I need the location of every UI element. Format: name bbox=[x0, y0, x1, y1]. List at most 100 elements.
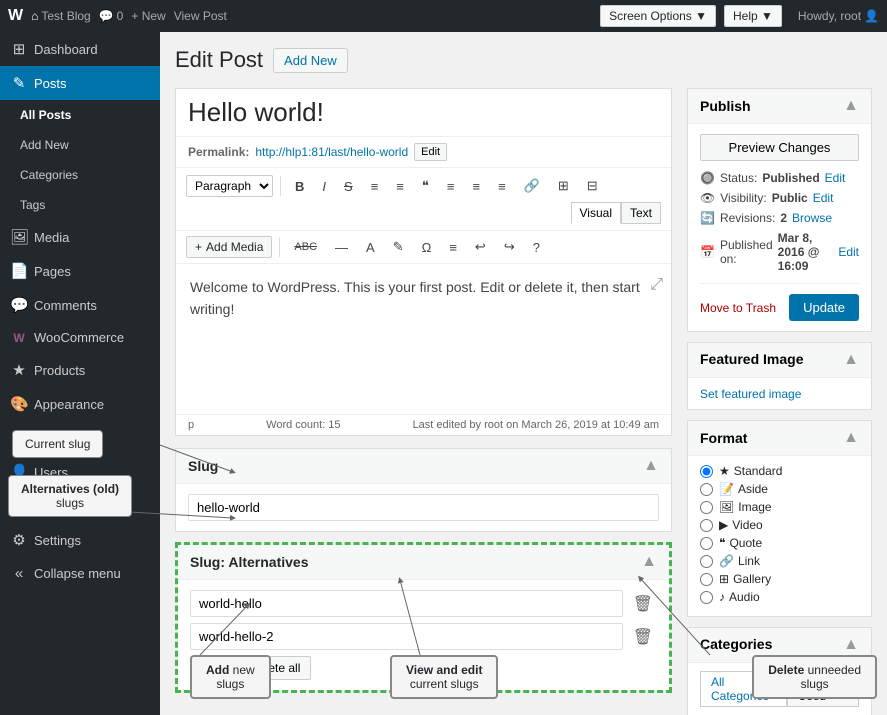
slug-alt-input-2[interactable] bbox=[190, 623, 623, 650]
format-body: ★ Standard 📝 Aside 🖼 Image ▶ Vide bbox=[688, 456, 871, 616]
sidebar-subitem-categories[interactable]: Categories bbox=[0, 160, 160, 190]
visual-tab[interactable]: Visual bbox=[571, 202, 621, 224]
format-label-aside[interactable]: 📝 Aside bbox=[719, 482, 768, 496]
format-label-gallery[interactable]: ⊞ Gallery bbox=[719, 572, 771, 586]
abc-button[interactable]: ABC bbox=[287, 237, 324, 257]
new-post-link[interactable]: + New bbox=[131, 9, 165, 23]
text-tab[interactable]: Text bbox=[621, 202, 661, 224]
blockquote-button[interactable]: ❝ bbox=[415, 174, 436, 198]
format-item-link: 🔗 Link bbox=[700, 554, 859, 568]
text-color-button[interactable]: A bbox=[359, 236, 382, 259]
help-button[interactable]: Help ▼ bbox=[724, 5, 782, 27]
sidebar-item-products[interactable]: ★ Products bbox=[0, 353, 160, 387]
sidebar-subitem-add-new[interactable]: Add New bbox=[0, 130, 160, 160]
format-label-link[interactable]: 🔗 Link bbox=[719, 554, 760, 568]
add-media-button[interactable]: + Add Media bbox=[186, 236, 272, 258]
delete-slug-1-button[interactable]: 🗑 bbox=[629, 592, 657, 616]
format-radio-aside[interactable] bbox=[700, 483, 713, 496]
toolbar-sep-2 bbox=[279, 237, 280, 257]
sidebar-item-pages[interactable]: 📄 Pages bbox=[0, 254, 160, 288]
add-new-button[interactable]: Add New bbox=[273, 48, 348, 73]
unordered-list-button[interactable]: ≡ bbox=[364, 175, 386, 198]
add-slug-button[interactable]: Add bbox=[190, 656, 233, 680]
comments-count[interactable]: 💬 0 bbox=[99, 9, 124, 23]
format-header[interactable]: Format ▲ bbox=[688, 421, 871, 456]
featured-image-title: Featured Image bbox=[700, 351, 803, 369]
indent-button[interactable]: ≡ bbox=[442, 236, 464, 259]
slug-box-header[interactable]: Slug ▲ bbox=[176, 449, 671, 484]
delete-all-slugs-button[interactable]: Delete all bbox=[239, 656, 311, 680]
format-radio-audio[interactable] bbox=[700, 591, 713, 604]
format-radio-video[interactable] bbox=[700, 519, 713, 532]
screen-options-button[interactable]: Screen Options ▼ bbox=[600, 5, 716, 27]
status-edit-link[interactable]: Edit bbox=[825, 171, 846, 185]
sidebar-item-appearance[interactable]: 🎨 Appearance bbox=[0, 387, 160, 421]
format-radio-gallery[interactable] bbox=[700, 573, 713, 586]
hr-button[interactable]: — bbox=[328, 236, 355, 259]
format-radio-standard[interactable] bbox=[700, 465, 713, 478]
format-radio-quote[interactable] bbox=[700, 537, 713, 550]
undo-button[interactable]: ↩ bbox=[468, 235, 493, 259]
slug-alt-input-1[interactable] bbox=[190, 590, 623, 617]
format-label-image[interactable]: 🖼 Image bbox=[719, 500, 772, 514]
permalink-url[interactable]: http://hlp1:81/last/hello-world bbox=[255, 145, 408, 159]
expand-editor-button[interactable]: ⤢ bbox=[650, 272, 663, 298]
format-label-audio[interactable]: ♪ Audio bbox=[719, 590, 760, 604]
strikethrough-button[interactable]: S bbox=[337, 175, 360, 198]
editor-toolbar-row2: + Add Media ABC — A ✎ Ω ≡ ↩ ↪ ? bbox=[176, 231, 671, 264]
set-featured-image-link[interactable]: Set featured image bbox=[700, 387, 801, 401]
special-char-button[interactable]: Ω bbox=[415, 236, 439, 259]
format-label-video[interactable]: ▶ Video bbox=[719, 518, 763, 532]
main-column: Permalink: http://hlp1:81/last/hello-wor… bbox=[175, 88, 672, 715]
paragraph-select[interactable]: Paragraph bbox=[186, 175, 273, 197]
published-edit-link[interactable]: Edit bbox=[838, 245, 859, 259]
delete-slug-2-button[interactable]: 🗑 bbox=[629, 625, 657, 649]
sidebar-subitem-all-posts[interactable]: All Posts bbox=[0, 100, 160, 130]
redo-button[interactable]: ↪ bbox=[497, 235, 522, 259]
help-toolbar-button[interactable]: ? bbox=[526, 236, 547, 259]
page-header: Edit Post Add New bbox=[175, 47, 872, 73]
slug-alternatives-header[interactable]: Slug: Alternatives ▲ bbox=[178, 545, 669, 580]
italic-button[interactable]: I bbox=[315, 175, 333, 198]
format-radio-link[interactable] bbox=[700, 555, 713, 568]
paste-as-text-button[interactable]: ✎ bbox=[386, 235, 411, 259]
sidebar-item-media[interactable]: 🖼 Media bbox=[0, 220, 160, 254]
post-title-input[interactable] bbox=[176, 89, 671, 137]
format-radio-image[interactable] bbox=[700, 501, 713, 514]
editor-toolbar-row1: Paragraph B I S ≡ ≡ ❝ ≡ ≡ ≡ 🔗 ⊞ bbox=[176, 168, 671, 231]
insert-more-button[interactable]: ⊞ bbox=[551, 174, 576, 198]
revisions-browse-link[interactable]: Browse bbox=[792, 211, 832, 225]
publish-header[interactable]: Publish ▲ bbox=[688, 89, 871, 124]
sidebar-item-dashboard[interactable]: ⊞ Dashboard bbox=[0, 32, 160, 66]
categories-header[interactable]: Categories ▲ bbox=[688, 628, 871, 663]
wp-logo-icon[interactable]: W bbox=[8, 7, 23, 25]
toolbar-toggle-button[interactable]: ⊟ bbox=[580, 174, 605, 198]
align-left-button[interactable]: ≡ bbox=[440, 175, 462, 198]
all-categories-tab[interactable]: All Categories bbox=[700, 671, 787, 707]
format-item-gallery: ⊞ Gallery bbox=[700, 572, 859, 586]
most-used-tab[interactable]: Most Used bbox=[787, 671, 859, 707]
align-center-button[interactable]: ≡ bbox=[465, 175, 487, 198]
edit-slug-button[interactable]: Edit bbox=[414, 143, 447, 161]
slug-input[interactable] bbox=[188, 494, 659, 521]
sidebar-item-settings[interactable]: ⚙ Settings bbox=[0, 523, 160, 557]
preview-changes-button[interactable]: Preview Changes bbox=[700, 134, 859, 161]
sidebar-item-collapse[interactable]: « Collapse menu bbox=[0, 557, 160, 590]
align-right-button[interactable]: ≡ bbox=[491, 175, 513, 198]
featured-image-header[interactable]: Featured Image ▲ bbox=[688, 343, 871, 378]
sidebar-item-comments[interactable]: 💬 Comments bbox=[0, 288, 160, 322]
visibility-edit-link[interactable]: Edit bbox=[813, 191, 834, 205]
update-button[interactable]: Update bbox=[789, 294, 859, 321]
format-label-quote[interactable]: ❝ Quote bbox=[719, 536, 762, 550]
bold-button[interactable]: B bbox=[288, 175, 311, 198]
editor-content[interactable]: Welcome to WordPress. This is your first… bbox=[176, 264, 671, 414]
sidebar-item-woocommerce[interactable]: W WooCommerce bbox=[0, 322, 160, 353]
site-name[interactable]: ⌂ Test Blog bbox=[31, 9, 91, 23]
ordered-list-button[interactable]: ≡ bbox=[389, 175, 411, 198]
format-label-standard[interactable]: ★ Standard bbox=[719, 464, 782, 478]
sidebar-subitem-tags[interactable]: Tags bbox=[0, 190, 160, 220]
move-to-trash-link[interactable]: Move to Trash bbox=[700, 301, 776, 315]
link-button[interactable]: 🔗 bbox=[517, 174, 547, 198]
sidebar-item-posts[interactable]: ✎ Posts bbox=[0, 66, 160, 100]
view-post-link[interactable]: View Post bbox=[174, 9, 227, 23]
